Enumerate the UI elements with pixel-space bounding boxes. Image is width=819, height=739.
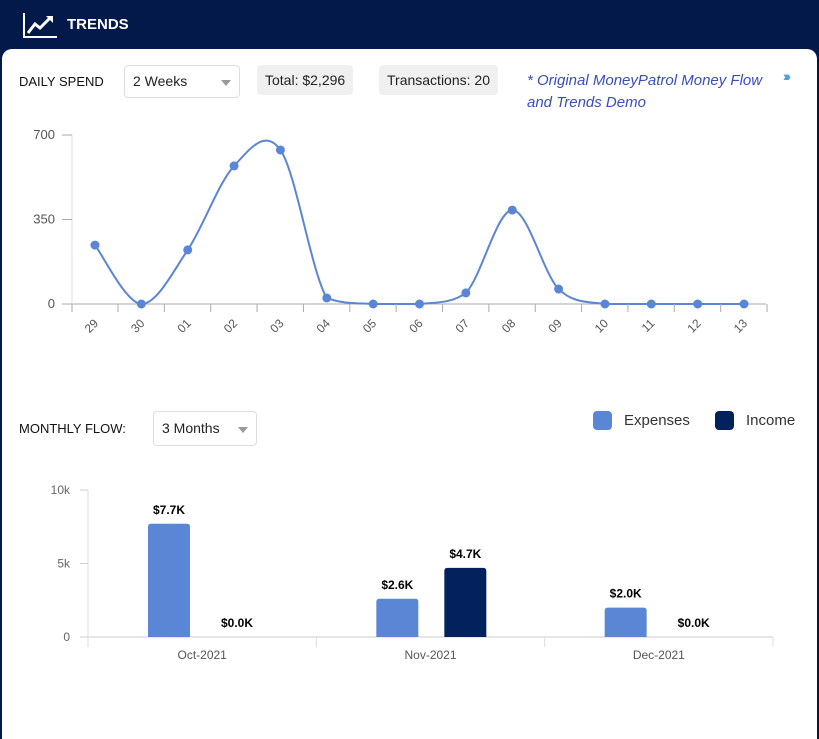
daily-period-select[interactable]: 2 Weeks (124, 65, 240, 98)
y-tick-label: 0 (48, 296, 55, 311)
x-tick-label: 11 (639, 316, 658, 335)
y-tick-label: 5k (57, 557, 71, 571)
data-label: $7.7K (153, 503, 185, 517)
data-point (275, 145, 285, 155)
legend-label: Expenses (624, 412, 690, 429)
data-label: $2.6K (381, 578, 413, 592)
daily-period-value: 2 Weeks (133, 73, 188, 89)
x-tick-label: 06 (406, 316, 426, 336)
monthly-period-value: 3 Months (162, 420, 220, 436)
data-point (507, 205, 517, 215)
data-point (415, 299, 425, 309)
demo-note: * Original MoneyPatrol Money Flow and Tr… (527, 72, 763, 111)
x-tick-label: 09 (545, 316, 565, 336)
legend-label: Income (746, 412, 796, 429)
data-point (646, 299, 656, 309)
data-label: $4.7K (449, 547, 481, 561)
x-tick-label: 13 (731, 316, 751, 336)
monthly-period-select[interactable]: 3 Months (153, 411, 257, 446)
data-point (322, 293, 332, 303)
dropdown-arrow-icon (238, 426, 248, 433)
legend-expenses: Expenses (593, 411, 690, 430)
x-tick-label: Nov-2021 (404, 648, 456, 662)
bar-income (444, 567, 487, 637)
data-point (739, 299, 749, 309)
data-point (90, 240, 100, 250)
data-label: $0.0K (678, 616, 710, 630)
data-point (693, 299, 703, 309)
x-tick-label: 29 (82, 316, 102, 336)
x-tick-label: 10 (592, 316, 612, 336)
x-tick-label: 03 (267, 316, 287, 336)
data-point (136, 299, 146, 309)
data-label: $0.0K (221, 616, 253, 630)
header: TRENDS (0, 0, 819, 50)
x-tick-label: 02 (221, 316, 241, 336)
data-point (229, 161, 239, 171)
spend-line (94, 139, 745, 306)
x-tick-label: 04 (314, 316, 334, 336)
y-tick-label: 700 (33, 127, 55, 142)
chart-trend-icon (23, 13, 57, 38)
x-tick-label: Oct-2021 (177, 648, 227, 662)
daily-spend-label: DAILY SPEND (19, 74, 104, 89)
bar-expenses (604, 607, 647, 637)
data-point (600, 299, 610, 309)
x-tick-label: Dec-2021 (633, 648, 685, 662)
data-point (183, 245, 193, 255)
data-point (461, 288, 471, 298)
total-badge: Total: $2,296 (257, 65, 354, 95)
data-point (554, 284, 564, 294)
monthly-flow-label: MONTHLY FLOW: (19, 421, 126, 436)
dropdown-arrow-icon (221, 79, 231, 86)
data-label: $2.0K (610, 587, 642, 601)
x-tick-label: 12 (684, 316, 704, 336)
bar-expenses (376, 598, 419, 637)
x-tick-label: 07 (453, 316, 473, 336)
y-tick-label: 10k (51, 483, 71, 497)
x-tick-label: 05 (360, 316, 380, 336)
y-tick-label: 350 (33, 212, 55, 227)
double-chevron-right-icon[interactable]: ››› (783, 68, 791, 84)
data-point (368, 299, 378, 309)
x-tick-label: 30 (128, 316, 148, 336)
page-title: TRENDS (67, 16, 129, 33)
monthly-flow-chart: 0 5k 10k Oct-2021 $7.7K $0.0K Nov-2021 $2.6K $4.… (51, 483, 774, 662)
transactions-badge: Transactions: 20 (379, 65, 498, 95)
daily-spend-chart: 0 350 700 29 30 01 02 03 04 05 06 07 08 09 10 11 12 13 (33, 127, 768, 336)
bar-expenses (148, 523, 190, 637)
legend-income: Income (715, 411, 795, 430)
y-tick-label: 0 (63, 630, 70, 644)
x-tick-label: 01 (174, 316, 194, 336)
x-tick-label: 08 (499, 316, 519, 336)
